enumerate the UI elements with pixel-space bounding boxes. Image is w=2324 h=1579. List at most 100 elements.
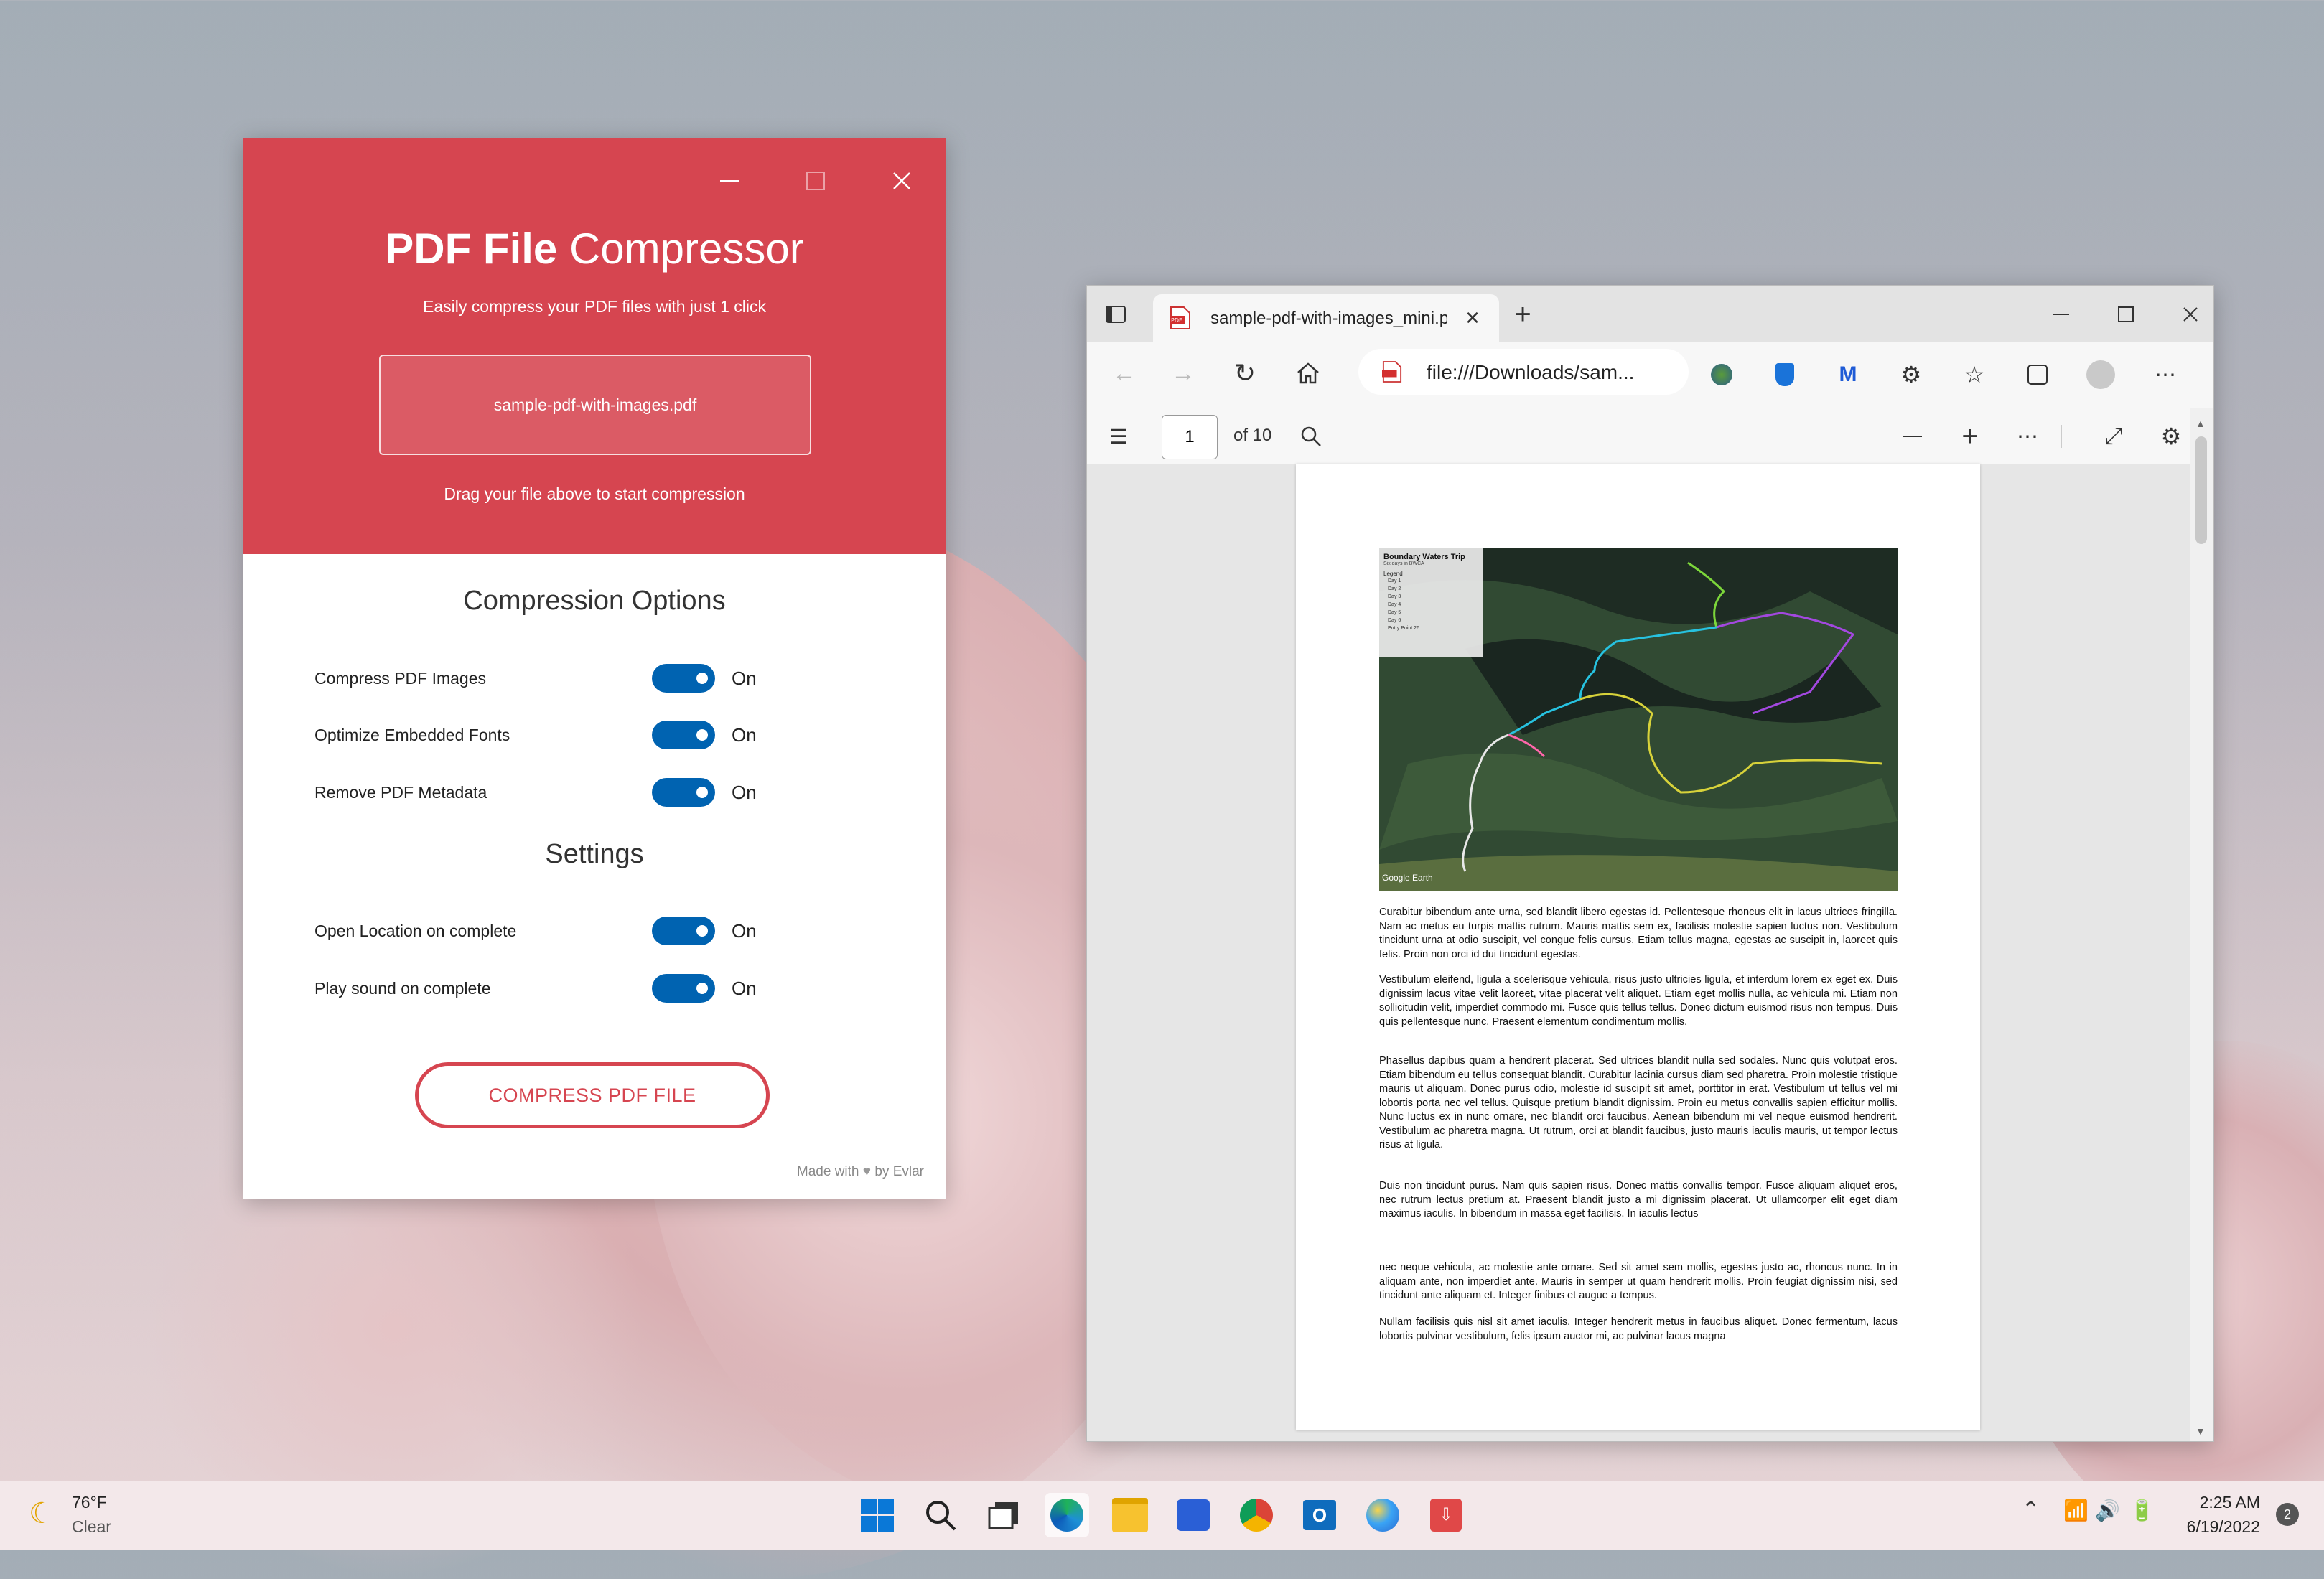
scroll-down-icon[interactable]: ▼ (2195, 1425, 2207, 1437)
extension-m-icon[interactable]: M (1831, 357, 1865, 392)
settings-gear-icon[interactable]: ⚙ (2155, 421, 2187, 452)
pdf-compressor-app-icon[interactable]: ⇩ (1424, 1493, 1468, 1537)
compressor-header: PDF File Compressor Easily compress your… (243, 138, 946, 554)
forward-icon[interactable]: → (1167, 357, 1199, 389)
weather-temperature[interactable]: 76°F (72, 1493, 107, 1512)
notification-badge[interactable]: 2 (2276, 1503, 2299, 1526)
address-text: file:///Downloads/sam... (1427, 361, 1635, 383)
minimize-icon (720, 180, 739, 182)
close-icon (893, 172, 910, 189)
heart-icon: ♥ (862, 1164, 872, 1179)
maximize-icon[interactable] (2110, 299, 2142, 330)
tab-title: sample-pdf-with-images_mini.pdf (1210, 309, 1447, 328)
collections-icon[interactable] (2020, 357, 2055, 392)
compress-images-toggle[interactable] (652, 664, 715, 693)
svg-text:PDF: PDF (1171, 317, 1182, 324)
start-windows-icon[interactable] (855, 1493, 900, 1537)
tab-close-icon[interactable]: ✕ (1462, 307, 1483, 329)
close-icon[interactable] (2175, 299, 2206, 330)
toggle-state: On (732, 978, 757, 999)
outlook-icon[interactable]: O (1297, 1493, 1342, 1537)
paint-icon[interactable] (1361, 1493, 1405, 1537)
legend-item: Day 4 (1388, 602, 1401, 607)
tab-active[interactable]: PDF sample-pdf-with-images_mini.pdf ✕ (1153, 294, 1499, 342)
option-label: Remove PDF Metadata (314, 783, 487, 802)
maximize-button[interactable] (794, 159, 837, 202)
extension-download-icon[interactable] (1768, 357, 1802, 392)
file-drop-zone[interactable]: sample-pdf-with-images.pdf (379, 355, 811, 455)
file-explorer-icon[interactable] (1108, 1493, 1152, 1537)
volume-icon[interactable]: 🔊 (2095, 1499, 2120, 1522)
open-location-toggle[interactable] (652, 917, 715, 945)
tab-actions-icon (1106, 306, 1126, 323)
option-label: Optimize Embedded Fonts (314, 726, 510, 744)
profile-avatar[interactable] (2083, 357, 2118, 392)
zoom-in-icon[interactable]: + (1954, 421, 1986, 452)
made-with-text: Made with (796, 1164, 859, 1179)
back-icon[interactable]: ← (1109, 357, 1140, 389)
vertical-scrollbar[interactable]: ▲ ▼ (2190, 408, 2213, 1441)
pdf-file-icon: PDF (1169, 306, 1192, 330)
pdf-paragraph: nec neque vehicula, ac molestie ante orn… (1379, 1262, 1898, 1301)
compress-pdf-button[interactable]: COMPRESS PDF FILE (415, 1062, 770, 1128)
close-button[interactable] (880, 159, 923, 202)
weather-moon-icon[interactable]: ☾ (29, 1497, 55, 1530)
legend-item: Day 2 (1388, 586, 1401, 591)
taskbar: ☾ 76°F Clear O ⇩ ⌃ 📶 🔊 🔋 2:25 AM 6/19/20… (0, 1481, 2324, 1550)
toggle-state: On (732, 782, 757, 803)
more-menu-icon[interactable]: ⋯ (2148, 357, 2183, 392)
credits: Made with ♥ by Evlar (797, 1164, 924, 1180)
drag-hint: Drag your file above to start compressio… (444, 484, 745, 503)
clock-date[interactable]: 6/19/2022 (2174, 1517, 2260, 1537)
navigation-bar: ← → ↻ file:///Downloads/sam... M ⚙ ☆ ⋯ (1087, 342, 2213, 408)
tab-actions-button[interactable] (1101, 300, 1130, 329)
option-label: Compress PDF Images (314, 669, 487, 688)
extensions-icon[interactable]: ⚙ (1894, 357, 1928, 392)
page-number-input[interactable]: 1 (1162, 415, 1218, 459)
play-sound-toggle[interactable] (652, 974, 715, 1003)
wifi-icon[interactable]: 📶 (2063, 1499, 2089, 1522)
favorites-icon[interactable]: ☆ (1957, 357, 1992, 392)
legend-item: Day 6 (1388, 618, 1401, 623)
clock-time[interactable]: 2:25 AM (2174, 1493, 2260, 1512)
new-tab-icon[interactable]: + (1507, 299, 1539, 330)
scrollbar-thumb[interactable] (2195, 436, 2207, 544)
contents-list-icon[interactable]: ☰ (1103, 421, 1134, 452)
map-image: Boundary Waters Trip Six days in BWCA Le… (1379, 548, 1898, 891)
edge-browser-icon[interactable] (1045, 1493, 1089, 1537)
legend-item: Day 1 (1388, 578, 1401, 584)
toggle-state: On (732, 724, 757, 746)
refresh-icon[interactable]: ↻ (1229, 357, 1261, 389)
search-icon[interactable] (1295, 421, 1327, 452)
app-subtitle: Easily compress your PDF files with just… (422, 297, 766, 316)
remove-metadata-toggle[interactable] (652, 778, 715, 807)
settings-heading: Settings (545, 839, 644, 869)
microsoft-store-icon[interactable] (1171, 1493, 1215, 1537)
show-hidden-icons-chevron-icon[interactable]: ⌃ (2022, 1497, 2040, 1522)
pdf-paragraph: Duis non tincidunt purus. Nam quis sapie… (1379, 1180, 1898, 1219)
minimize-icon[interactable] (2045, 299, 2077, 330)
optimize-fonts-toggle[interactable] (652, 721, 715, 749)
selected-file-name: sample-pdf-with-images.pdf (493, 395, 697, 414)
home-icon[interactable] (1292, 357, 1324, 389)
toolbar-divider (2061, 425, 2062, 448)
extension-globe-icon[interactable] (1704, 357, 1739, 392)
search-icon[interactable] (918, 1493, 963, 1537)
zoom-out-icon[interactable] (1897, 421, 1928, 452)
chrome-icon[interactable] (1234, 1493, 1279, 1537)
scroll-up-icon[interactable]: ▲ (2195, 418, 2207, 429)
toggle-state: On (732, 667, 757, 689)
legend-title: Legend (1383, 571, 1403, 577)
app-title-bold: PDF File (385, 225, 558, 273)
fit-page-icon[interactable]: ⤢ (2098, 421, 2129, 452)
legend-item: Day 5 (1388, 610, 1401, 615)
pdf-paragraph: Curabitur bibendum ante urna, sed blandi… (1379, 906, 1898, 960)
weather-condition[interactable]: Clear (72, 1517, 111, 1537)
map-subtitle: Six days in BWCA (1383, 561, 1424, 566)
setting-label: Play sound on complete (314, 979, 491, 998)
battery-icon[interactable]: 🔋 (2129, 1499, 2155, 1522)
more-options-icon[interactable]: ⋯ (2012, 421, 2043, 452)
minimize-button[interactable] (708, 159, 751, 202)
address-bar[interactable]: file:///Downloads/sam... (1358, 349, 1689, 395)
task-view-icon[interactable] (981, 1493, 1026, 1537)
